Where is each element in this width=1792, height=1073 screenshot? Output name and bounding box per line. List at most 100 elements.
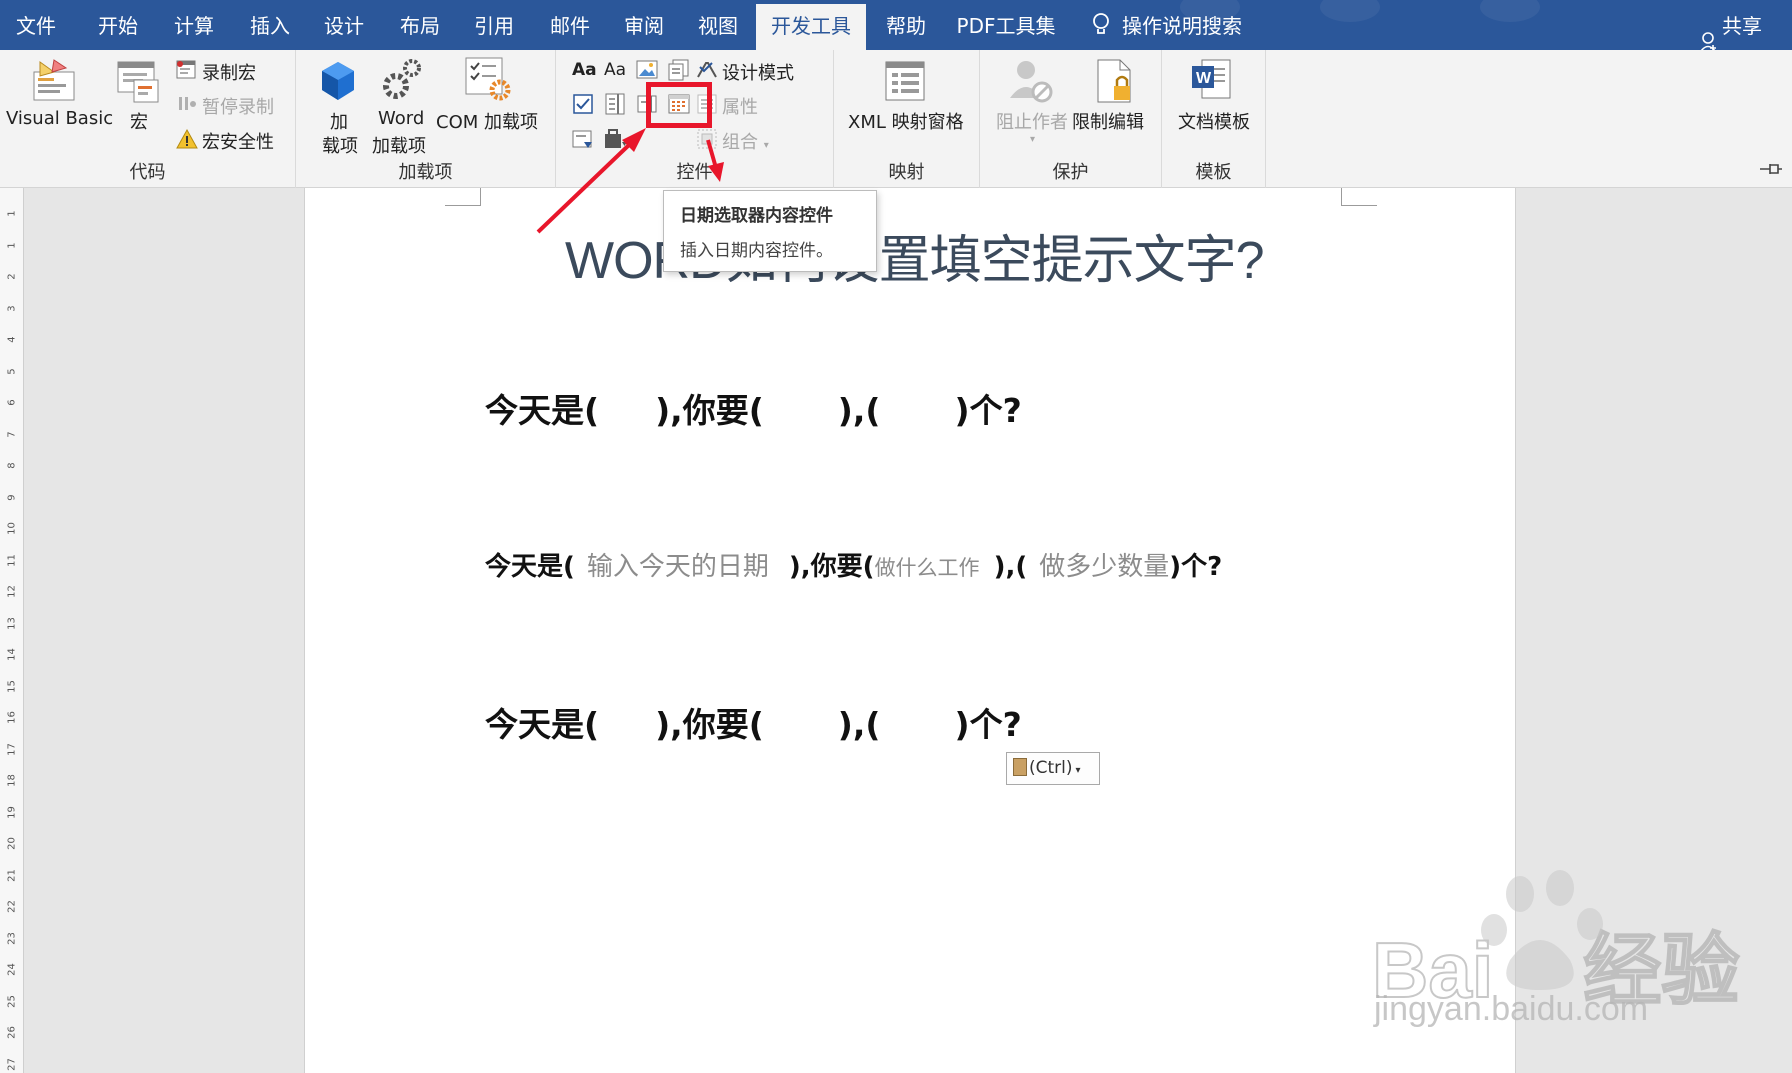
tab-calc[interactable]: 计算 — [156, 0, 232, 50]
addins-button-line2[interactable]: 载项 — [322, 132, 358, 158]
ruler-mark: 18 — [6, 774, 18, 787]
ribbon: Visual Basic 宏 录制宏 暂停录制 宏安全性 代码 加 载项 Wor… — [0, 50, 1792, 188]
ruler-mark: 16 — [6, 711, 18, 724]
ruler-mark: 12 — [6, 585, 18, 598]
com-addins-button[interactable]: COM 加载项 — [436, 108, 538, 134]
share-label: 共享 — [1722, 14, 1762, 38]
properties-button[interactable]: 属性 — [722, 93, 758, 119]
rich-text-control[interactable]: Aa — [572, 60, 597, 80]
text-segment: )个? — [954, 391, 1022, 430]
share-button[interactable]: 共享 — [1700, 0, 1762, 50]
tab-insert[interactable]: 插入 — [232, 0, 308, 50]
xml-mapping-pane-icon — [884, 60, 926, 106]
work-placeholder-control[interactable]: 做什么工作 — [875, 556, 980, 580]
paste-options-button[interactable]: (Ctrl) ▾ — [1006, 752, 1100, 785]
ruler-mark: 15 — [6, 679, 18, 693]
building-block-control-icon[interactable] — [668, 59, 690, 81]
document-template-button[interactable]: 文档模板 — [1178, 108, 1250, 134]
crop-mark — [1341, 188, 1377, 206]
text-segment: ),( — [993, 552, 1028, 582]
decor — [1320, 0, 1380, 22]
tab-design[interactable]: 设计 — [306, 0, 382, 50]
person-icon — [1700, 19, 1716, 50]
word-addins-button-line1[interactable]: Word — [378, 108, 424, 129]
visual-basic-icon — [30, 58, 80, 106]
lightbulb-icon — [1092, 13, 1110, 41]
text-segment: )个? — [954, 705, 1022, 744]
ruler-mark: 14 — [6, 648, 18, 661]
plain-text-control[interactable]: Aa — [604, 60, 626, 80]
macros-button[interactable]: 宏 — [130, 108, 148, 134]
menu-bar: 文件 开始 计算 插入 设计 布局 引用 邮件 审阅 视图 开发工具 帮助 PD… — [0, 0, 1792, 50]
paste-options-label: (Ctrl) — [1029, 758, 1073, 778]
sentence-line-2: 今天是(输入今天的日期),你要(做什么工作),(做多少数量)个? — [485, 546, 1222, 583]
tab-references[interactable]: 引用 — [456, 0, 532, 50]
group-icon — [696, 128, 718, 150]
tell-me-search[interactable]: 操作说明搜索 — [1122, 0, 1262, 50]
ruler-mark: 7 — [6, 430, 18, 438]
highlight-box — [646, 82, 712, 128]
tab-review[interactable]: 审阅 — [606, 0, 682, 50]
tab-home[interactable]: 开始 — [80, 0, 156, 50]
sentence-line-3: 今天是(),你要(),()个? — [485, 698, 1022, 746]
combo-box-control-icon[interactable] — [604, 93, 626, 115]
tab-view[interactable]: 视图 — [680, 0, 756, 50]
vertical-ruler: 1 1 2 3 4 5 6 7 8 9 10 11 12 13 14 15 16 17 18 19 20 21 22 23 24… — [0, 188, 24, 1073]
ruler-mark: 4 — [6, 336, 18, 343]
tooltip-title: 日期选取器内容控件 — [680, 206, 833, 226]
chevron-down-icon: ▾ — [763, 140, 769, 151]
quantity-placeholder-control[interactable]: 做多少数量 — [1039, 552, 1169, 582]
ruler-mark: 23 — [6, 931, 18, 945]
ruler-mark: 5 — [6, 367, 18, 375]
block-authors-button[interactable]: 阻止作者 — [996, 108, 1068, 134]
ruler-mark: 25 — [6, 994, 18, 1008]
xml-mapping-pane-button[interactable]: XML 映射窗格 — [848, 108, 964, 134]
tab-pdf-tools[interactable]: PDF工具集 — [948, 0, 1064, 50]
group-addins-label: 加载项 — [398, 162, 453, 183]
legacy-tools-icon[interactable] — [604, 128, 627, 150]
decor — [1480, 0, 1540, 22]
repeating-section-control-icon[interactable] — [572, 128, 594, 150]
checkbox-control-icon[interactable] — [572, 93, 594, 115]
tab-layout[interactable]: 布局 — [382, 0, 458, 50]
visual-basic-button[interactable]: Visual Basic — [6, 108, 113, 129]
group-addins: 加 载项 Word 加载项 COM 加载项 加载项 — [296, 50, 556, 188]
block-authors-chevron-icon: ▾ — [1030, 134, 1036, 145]
text-segment: ),你要( — [655, 391, 764, 430]
ruler-mark: 17 — [6, 742, 18, 756]
record-macro-icon — [176, 59, 198, 81]
group-templates-label: 模板 — [1195, 162, 1232, 183]
record-macro-button[interactable]: 录制宏 — [202, 59, 256, 85]
ruler-mark: 10 — [6, 522, 18, 535]
ruler-mark: 13 — [6, 616, 18, 630]
text-segment: )个? — [1169, 552, 1223, 582]
picture-control-icon[interactable] — [636, 59, 658, 81]
group-protect: 阻止作者 ▾ 限制编辑 保护 — [980, 50, 1162, 188]
document-page[interactable]: WORD如何设置填空提示文字? 今天是(),你要(),()个? 今天是(输入今天… — [304, 188, 1516, 1073]
ruler-mark: 3 — [6, 304, 18, 312]
group-protect-label: 保护 — [1052, 162, 1089, 183]
word-addins-button-line2[interactable]: 加载项 — [372, 132, 426, 158]
text-segment: ),你要( — [788, 552, 875, 582]
pin-ribbon-icon[interactable] — [1758, 161, 1784, 181]
design-mode-button[interactable]: 设计模式 — [722, 59, 794, 85]
ruler-mark: 1 — [6, 210, 18, 217]
chevron-down-icon: ▾ — [1075, 765, 1081, 776]
pause-recording-button[interactable]: 暂停录制 — [202, 93, 274, 119]
watermark-url: jingyan.baidu.com — [1374, 990, 1649, 1028]
macros-icon — [116, 58, 162, 110]
tab-help[interactable]: 帮助 — [868, 0, 944, 50]
document-template-icon: W — [1190, 56, 1234, 108]
group-templates: W 文档模板 模板 — [1162, 50, 1266, 188]
tab-mailings[interactable]: 邮件 — [532, 0, 608, 50]
tab-developer[interactable]: 开发工具 — [756, 4, 866, 50]
tab-file[interactable]: 文件 — [0, 0, 72, 50]
group-code: Visual Basic 宏 录制宏 暂停录制 宏安全性 代码 — [0, 50, 296, 188]
macro-security-button[interactable]: 宏安全性 — [202, 128, 274, 154]
group-button[interactable]: 组合 ▾ — [722, 128, 769, 154]
restrict-editing-button[interactable]: 限制编辑 — [1072, 108, 1144, 134]
date-placeholder-control[interactable]: 输入今天的日期 — [587, 552, 769, 582]
group-mapping: XML 映射窗格 映射 — [834, 50, 980, 188]
ruler-mark: 2 — [6, 273, 18, 280]
addins-button-line1[interactable]: 加 — [330, 108, 348, 134]
